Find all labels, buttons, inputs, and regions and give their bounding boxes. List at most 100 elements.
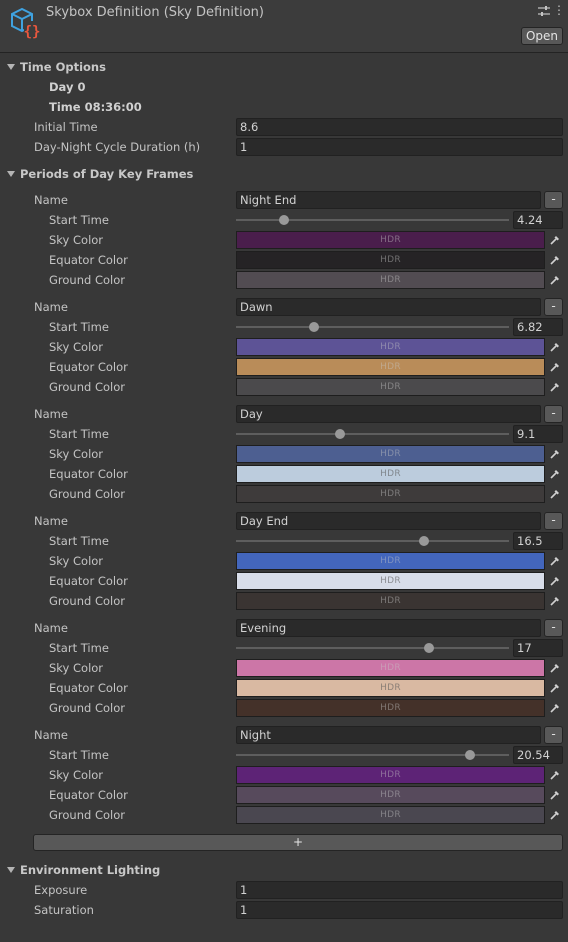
cycle-duration-field[interactable]: 1 <box>236 138 563 156</box>
start-time-field[interactable]: 17 <box>513 639 563 657</box>
sky-color-label: Sky Color <box>49 340 104 354</box>
ground-color-swatch[interactable]: HDR <box>236 271 545 289</box>
eyedropper-icon[interactable] <box>549 361 561 373</box>
sky-color-label: Sky Color <box>49 233 104 247</box>
periods-foldout[interactable]: Periods of Day Key Frames <box>0 165 568 183</box>
equator-color-label: Equator Color <box>49 574 128 588</box>
start-time-field[interactable]: 20.54 <box>513 746 563 764</box>
time-label: Time 08:36:00 <box>49 100 142 114</box>
equator-color-swatch[interactable]: HDR <box>236 679 545 697</box>
start-time-label: Start Time <box>49 320 109 334</box>
cycle-duration-label: Day-Night Cycle Duration (h) <box>34 140 201 154</box>
eyedropper-icon[interactable] <box>549 274 561 286</box>
sky-color-swatch[interactable]: HDR <box>236 338 545 356</box>
eyedropper-icon[interactable] <box>549 595 561 607</box>
environment-lighting-foldout[interactable]: Environment Lighting <box>0 861 568 879</box>
remove-key-frame-button[interactable]: - <box>544 512 563 530</box>
eyedropper-icon[interactable] <box>549 254 561 266</box>
start-time-slider-track[interactable] <box>236 433 509 435</box>
start-time-label: Start Time <box>49 427 109 441</box>
equator-color-swatch[interactable]: HDR <box>236 358 545 376</box>
sky-color-swatch[interactable]: HDR <box>236 766 545 784</box>
start-time-label: Start Time <box>49 748 109 762</box>
eyedropper-icon[interactable] <box>549 381 561 393</box>
remove-key-frame-button[interactable]: - <box>544 726 563 744</box>
start-time-slider-track[interactable] <box>236 326 509 328</box>
eyedropper-icon[interactable] <box>549 769 561 781</box>
eyedropper-icon[interactable] <box>549 789 561 801</box>
skybox-asset-icon: {} <box>11 7 41 40</box>
ground-color-label: Ground Color <box>49 487 125 501</box>
ground-color-label: Ground Color <box>49 808 125 822</box>
ground-color-swatch[interactable]: HDR <box>236 592 545 610</box>
start-time-slider-track[interactable] <box>236 219 509 221</box>
sky-color-swatch[interactable]: HDR <box>236 231 545 249</box>
add-key-frame-button[interactable]: + <box>33 834 563 851</box>
name-label: Name <box>34 514 68 528</box>
sky-color-label: Sky Color <box>49 447 104 461</box>
eyedropper-icon[interactable] <box>549 702 561 714</box>
ground-color-label: Ground Color <box>49 380 125 394</box>
ground-color-label: Ground Color <box>49 701 125 715</box>
eyedropper-icon[interactable] <box>549 575 561 587</box>
sky-color-swatch[interactable]: HDR <box>236 552 545 570</box>
start-time-field[interactable]: 4.24 <box>513 211 563 229</box>
ground-color-swatch[interactable]: HDR <box>236 378 545 396</box>
key-frame-name-field[interactable]: Evening <box>236 619 541 637</box>
eyedropper-icon[interactable] <box>549 555 561 567</box>
start-time-slider-handle[interactable] <box>424 643 435 653</box>
equator-color-swatch[interactable]: HDR <box>236 786 545 804</box>
start-time-slider-handle[interactable] <box>308 322 319 332</box>
remove-key-frame-button[interactable]: - <box>544 191 563 209</box>
eyedropper-icon[interactable] <box>549 488 561 500</box>
svg-text:{}: {} <box>24 24 41 40</box>
exposure-field[interactable]: 1 <box>236 881 563 899</box>
sky-color-label: Sky Color <box>49 554 104 568</box>
name-label: Name <box>34 193 68 207</box>
equator-color-swatch[interactable]: HDR <box>236 251 545 269</box>
equator-color-swatch[interactable]: HDR <box>236 572 545 590</box>
eyedropper-icon[interactable] <box>549 341 561 353</box>
eyedropper-icon[interactable] <box>549 662 561 674</box>
start-time-field[interactable]: 16.5 <box>513 532 563 550</box>
equator-color-swatch[interactable]: HDR <box>236 465 545 483</box>
sky-color-label: Sky Color <box>49 768 104 782</box>
key-frame-name-field[interactable]: Night End <box>236 191 541 209</box>
eyedropper-icon[interactable] <box>549 448 561 460</box>
eyedropper-icon[interactable] <box>549 682 561 694</box>
more-icon[interactable]: ⋮ <box>553 3 565 17</box>
inspector-title: Skybox Definition (Sky Definition) <box>46 5 264 20</box>
initial-time-label: Initial Time <box>34 120 98 134</box>
start-time-label: Start Time <box>49 641 109 655</box>
ground-color-swatch[interactable]: HDR <box>236 806 545 824</box>
eyedropper-icon[interactable] <box>549 809 561 821</box>
start-time-field[interactable]: 9.1 <box>513 425 563 443</box>
key-frame-name-field[interactable]: Day End <box>236 512 541 530</box>
key-frame-name-field[interactable]: Night <box>236 726 541 744</box>
initial-time-field[interactable]: 8.6 <box>236 118 563 136</box>
remove-key-frame-button[interactable]: - <box>544 298 563 316</box>
remove-key-frame-button[interactable]: - <box>544 405 563 423</box>
sky-color-swatch[interactable]: HDR <box>236 445 545 463</box>
start-time-slider-track[interactable] <box>236 647 509 649</box>
eyedropper-icon[interactable] <box>549 234 561 246</box>
open-button[interactable]: Open <box>521 27 563 45</box>
sky-color-swatch[interactable]: HDR <box>236 659 545 677</box>
ground-color-swatch[interactable]: HDR <box>236 699 545 717</box>
start-time-slider-track[interactable] <box>236 540 509 542</box>
start-time-slider-handle[interactable] <box>464 750 475 760</box>
settings-icon[interactable] <box>537 5 551 17</box>
start-time-slider-handle[interactable] <box>279 215 290 225</box>
start-time-slider-handle[interactable] <box>418 536 429 546</box>
key-frame-name-field[interactable]: Dawn <box>236 298 541 316</box>
key-frame-name-field[interactable]: Day <box>236 405 541 423</box>
eyedropper-icon[interactable] <box>549 468 561 480</box>
start-time-slider-handle[interactable] <box>334 429 345 439</box>
ground-color-swatch[interactable]: HDR <box>236 485 545 503</box>
start-time-field[interactable]: 6.82 <box>513 318 563 336</box>
saturation-field[interactable]: 1 <box>236 901 563 919</box>
equator-color-label: Equator Color <box>49 360 128 374</box>
inspector-header: {} Skybox Definition (Sky Definition) ⋮ … <box>0 0 568 53</box>
time-options-foldout[interactable]: Time Options <box>0 58 568 76</box>
remove-key-frame-button[interactable]: - <box>544 619 563 637</box>
